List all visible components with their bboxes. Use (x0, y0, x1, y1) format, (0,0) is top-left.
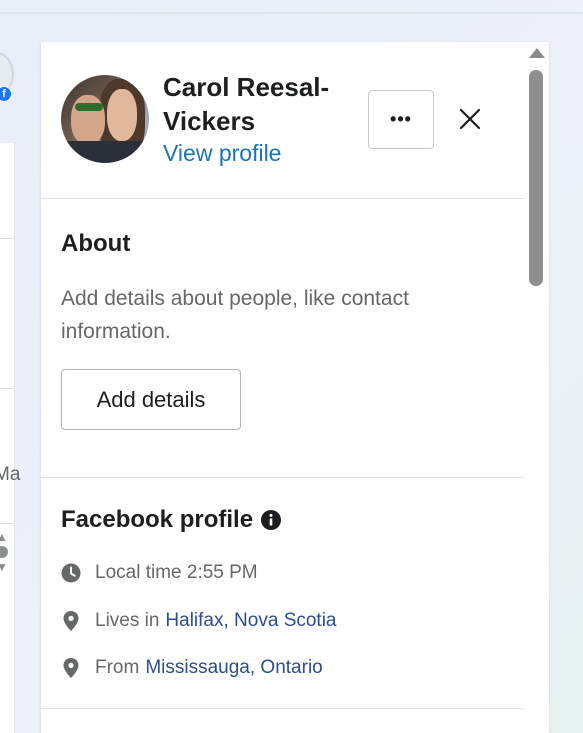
background-divider (0, 388, 14, 389)
lives-in-link[interactable]: Halifax, Nova Scotia (165, 610, 336, 632)
local-time-row: Local time 2:55 PM (61, 562, 258, 584)
from-row: From Mississauga, Ontario (61, 657, 323, 679)
location-pin-icon (61, 657, 81, 679)
close-icon (459, 108, 481, 130)
contact-name: Carol Reesal-Vickers (163, 72, 330, 136)
divider (41, 198, 524, 199)
add-details-button[interactable]: Add details (61, 369, 241, 430)
scrollbar[interactable] (524, 42, 548, 733)
about-title: About (61, 230, 131, 257)
background-panel (0, 143, 15, 733)
view-profile-link[interactable]: View profile (163, 140, 281, 167)
contact-card: Carol Reesal-Vickers View profile ••• Ab… (41, 42, 549, 733)
scroll-thumb[interactable] (529, 70, 543, 286)
more-options-button[interactable]: ••• (368, 90, 434, 149)
background-sort-icon: ▲ ▼ (0, 530, 10, 574)
background-top-border (0, 12, 583, 14)
lives-in-row: Lives in Halifax, Nova Scotia (61, 610, 337, 632)
about-description: Add details about people, like contact i… (61, 287, 409, 343)
clock-icon (61, 562, 81, 584)
facebook-profile-header: Facebook profile (61, 506, 282, 534)
scroll-up-arrow-icon[interactable] (529, 48, 545, 58)
background-divider (0, 238, 14, 239)
location-pin-icon (61, 610, 81, 632)
more-icon: ••• (390, 109, 412, 129)
local-time-text: Local time 2:55 PM (95, 562, 258, 583)
from-prefix: From (95, 657, 140, 678)
info-icon[interactable] (261, 510, 282, 530)
background-divider (0, 523, 14, 524)
facebook-badge-icon: f (0, 86, 12, 102)
contact-header: Carol Reesal-Vickers View profile ••• (41, 42, 524, 198)
avatar[interactable] (61, 75, 149, 163)
background-partial-text: Ma (0, 464, 21, 485)
close-button[interactable] (455, 104, 485, 134)
from-link[interactable]: Mississauga, Ontario (145, 657, 322, 679)
divider (41, 708, 524, 709)
facebook-profile-title: Facebook profile (61, 506, 254, 533)
lives-in-prefix: Lives in (95, 610, 160, 631)
divider (41, 477, 524, 478)
